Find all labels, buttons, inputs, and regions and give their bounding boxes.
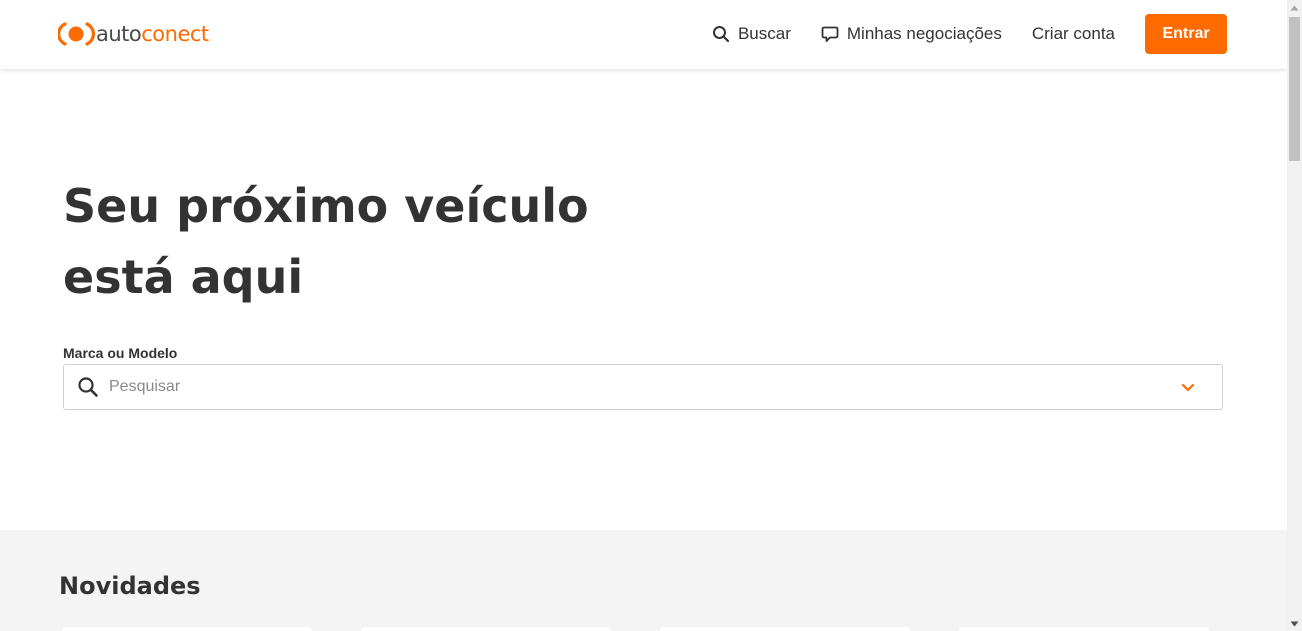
scrollbar-thumb[interactable] <box>1289 17 1300 161</box>
broadcast-dot-icon <box>56 21 96 47</box>
news-card[interactable] <box>361 627 611 631</box>
nav-search-link[interactable]: Buscar <box>712 24 791 44</box>
hero-title: Seu próximo veículo está aqui <box>63 171 683 313</box>
search-icon <box>712 26 730 43</box>
news-card[interactable] <box>959 627 1209 631</box>
nav-create-account-label: Criar conta <box>1031 24 1115 43</box>
login-button[interactable]: Entrar <box>1145 14 1227 54</box>
brand-model-search[interactable] <box>63 364 1223 410</box>
brand-name-part1: auto <box>96 22 142 46</box>
chat-bubble-icon <box>821 26 839 42</box>
brand-model-label: Marca ou Modelo <box>63 345 178 361</box>
page-scrollbar[interactable] <box>1287 0 1302 631</box>
brand-model-search-input[interactable] <box>109 365 1178 409</box>
hero-title-line1: Seu próximo veículo <box>63 179 589 233</box>
scroll-down-arrow-icon[interactable] <box>1287 616 1302 631</box>
news-card[interactable] <box>62 627 312 631</box>
news-card[interactable] <box>660 627 910 631</box>
hero-title-line2: está aqui <box>63 250 304 304</box>
scroll-up-arrow-icon[interactable] <box>1287 0 1302 15</box>
search-icon <box>78 377 98 397</box>
brand-logo[interactable]: autoconect <box>56 20 209 48</box>
brand-name-part2: conect <box>141 22 209 46</box>
news-section: Novidades <box>0 530 1287 631</box>
page: autoconect Buscar Minhas negociações Cri… <box>0 0 1287 631</box>
main-nav: Buscar Minhas negociações Criar conta En… <box>712 14 1227 54</box>
nav-negotiations-label: Minhas negociações <box>846 24 1002 43</box>
news-title: Novidades <box>59 572 201 600</box>
nav-search-label: Buscar <box>737 24 791 43</box>
hero-section: Seu próximo veículo está aqui Marca ou M… <box>0 69 1287 530</box>
brand-name: autoconect <box>96 21 209 47</box>
top-header: autoconect Buscar Minhas negociações Cri… <box>0 0 1287 69</box>
chevron-down-icon[interactable] <box>1178 377 1198 397</box>
nav-negotiations-link[interactable]: Minhas negociações <box>821 24 1002 44</box>
nav-create-account-link[interactable]: Criar conta <box>1032 24 1115 44</box>
